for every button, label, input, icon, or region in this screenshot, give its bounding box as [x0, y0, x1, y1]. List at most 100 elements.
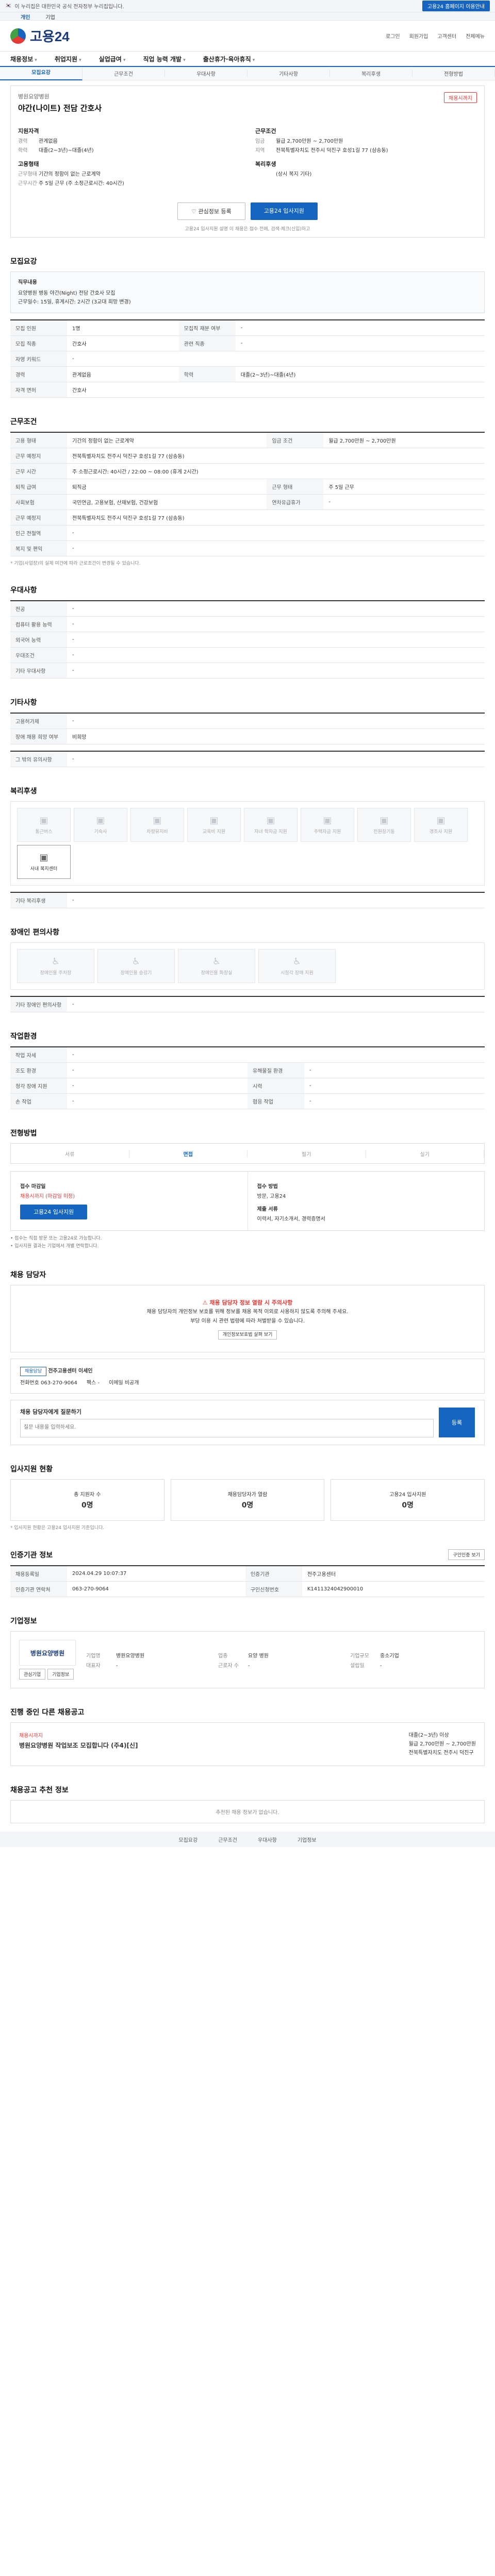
header-link[interactable]: 회원가입: [409, 32, 428, 40]
other-job-card[interactable]: 채용시까지 병원요양병원 작업보조 모집합니다 (주4)[신] 대졸(2~3년)…: [10, 1722, 485, 1767]
table-cell: -: [67, 1062, 248, 1078]
header-link[interactable]: 로그인: [386, 32, 400, 40]
table-cell: -: [67, 1047, 485, 1063]
apply-button-2[interactable]: 고용24 입사지원: [20, 1205, 88, 1219]
table-cell: -: [304, 1078, 485, 1094]
table-row: 청각 장애 지원 - 시력 -: [10, 1078, 485, 1094]
disability-label: 장애인용 승강기: [120, 971, 152, 976]
stats-note: * 입사지원 현황은 고용24 입사지원 기준입니다.: [10, 1526, 105, 1531]
selection-step: 필기: [248, 1149, 366, 1158]
welfare-icon: ▣: [209, 815, 219, 826]
section-nav-item[interactable]: 근무조건: [82, 70, 165, 77]
welfare-label: 자녀 학자금 지원: [254, 829, 287, 835]
table-cell: -: [67, 351, 485, 367]
header-link[interactable]: 전체메뉴: [466, 32, 485, 40]
save-interest-button[interactable]: ♡ 관심정보 등록: [177, 202, 245, 220]
company-field-value: 요양 병원: [248, 1653, 269, 1659]
summary-row: (상시 복지 기타): [255, 171, 477, 178]
heart-icon: ♡: [191, 208, 196, 215]
bottom-nav-item[interactable]: 모집요강: [178, 1836, 197, 1843]
summary-right-title: 근무조건: [255, 128, 276, 134]
stats-section-title: 입사지원 현황: [10, 1465, 53, 1474]
summary-value: 대졸(2~3년)~대졸(4년): [39, 148, 94, 154]
table-cell: 간호사: [67, 335, 179, 351]
guide-button[interactable]: 고용24 홈페이지 이용안내: [422, 1, 490, 11]
section-nav: 모집요강 근무조건 우대사항 기타사항 복리후생 전형방법: [0, 66, 495, 80]
welfare-label: 기숙사: [94, 829, 107, 835]
welfare-extra-value: -: [67, 892, 485, 908]
documents-value: 이력서, 자기소개서, 경력증명서: [257, 1216, 325, 1222]
table-row: 자격 면허 간호사: [10, 382, 485, 398]
welfare-icons: ▣ 통근버스 ▣ 기숙사 ▣ 차량유지비 ▣ 교육비 지원 ▣ 자녀 학자금 지원 ▣ 주택자금 지원…: [10, 801, 485, 886]
section-nav-item[interactable]: 기타사항: [248, 70, 330, 77]
table-cell: 퇴직금: [67, 479, 267, 495]
stat-card: 채용담당자가 열람 0명: [170, 1479, 325, 1521]
site-logo[interactable]: 고용24: [10, 26, 70, 45]
disability-extra-table: 기타 장애인 편의사항 -: [10, 996, 485, 1012]
table-cell: 2024.04.29 10:07:37: [67, 1566, 245, 1582]
apply-button[interactable]: 고용24 입사지원: [250, 202, 318, 220]
table-cell: -: [235, 320, 485, 336]
nav-item[interactable]: 직업 능력 개발: [143, 55, 185, 63]
privacy-law-button[interactable]: 개인정보보호법 살펴 보기: [218, 1330, 277, 1340]
nav-item[interactable]: 취업지원: [55, 55, 81, 63]
bottom-nav-item[interactable]: 우대사항: [258, 1836, 277, 1843]
company-fields: 기업명 병원요양병원 업종 요양 병원 기업규모 중소기업 대표자 - 근로자 수 - 설립일 -: [86, 1651, 476, 1669]
disability-item: ♿ 시청각 장애 지원: [258, 949, 336, 983]
summary-key: 임금: [255, 139, 265, 144]
question-input[interactable]: [20, 1419, 434, 1438]
welfare-icon: ▣: [436, 815, 446, 826]
nav-item[interactable]: 채용정보: [10, 55, 37, 63]
company-interest-button[interactable]: 관심기업: [19, 1669, 46, 1680]
table-cell: 전북특별자치도 전주시 덕진구 호성1길 77 (삼송동): [67, 510, 485, 526]
summary-right2-title: 복리후생: [255, 161, 276, 167]
welfare-icon: ▣: [96, 815, 105, 826]
job-title: 야간(나이트) 전담 간호사: [18, 104, 102, 113]
etc-table: 고용허가제 - 장애 채용 희망 여부 비희망: [10, 713, 485, 744]
question-submit-button[interactable]: 등록: [439, 1408, 475, 1438]
welfare-item: ▣ 사내 복지센터: [17, 845, 71, 879]
etc-section-title: 기타사항: [10, 699, 37, 707]
table-header: 손 작업: [10, 1093, 67, 1109]
bottom-nav-item[interactable]: 근무조건: [218, 1836, 237, 1843]
table-row: 전공 -: [10, 601, 485, 617]
selection-notes: • 접수는 직접 방문 또는 고용24로 가능합니다. • 입사지원 결과는 기업…: [10, 1235, 485, 1251]
welfare-item: ▣ 경조사 지원: [414, 808, 468, 842]
manager-warning: ⚠ 채용 담당자 정보 열람 시 주의사항 채용 담당자의 개인정보 보호를 위…: [10, 1284, 485, 1353]
nav-item[interactable]: 출산휴가·육아휴직: [203, 55, 255, 63]
welfare-label: 교육비 지원: [202, 829, 226, 835]
table-cell: 전주고용센터: [302, 1566, 485, 1582]
company-info-button[interactable]: 기업정보: [47, 1669, 74, 1680]
table-header: 협응 작업: [248, 1093, 304, 1109]
warning-line: 부당 이용 시 관련 법령에 따라 처벌받을 수 있습니다.: [190, 1318, 305, 1325]
company-field: 기업규모 중소기업: [350, 1651, 476, 1659]
table-row: 우대조건 -: [10, 647, 485, 663]
welfare-item: ▣ 기숙사: [74, 808, 127, 842]
job-description-heading: 직무내용: [18, 280, 37, 285]
table-row: 근무 시간 주 소정근로시간: 40시간 / 22:00 ~ 08:00 (휴게 …: [10, 463, 485, 479]
tab-person[interactable]: 개인: [21, 12, 30, 21]
table-cell: 063-270-9064: [67, 1581, 245, 1598]
section-nav-item[interactable]: 복리후생: [330, 70, 412, 77]
nav-item[interactable]: 실업급여: [99, 55, 126, 63]
table-header: 근무 시간: [10, 463, 67, 479]
tab-company[interactable]: 기업: [45, 12, 55, 21]
section-nav-item[interactable]: 모집요강: [0, 66, 82, 80]
section-nav-item[interactable]: 우대사항: [165, 70, 248, 77]
table-header: 모집 인원: [10, 320, 67, 336]
summary-key: 근무시간: [18, 181, 37, 187]
agency-button[interactable]: 구인인증 보기: [448, 1549, 485, 1561]
warning-icon: ⚠: [202, 1299, 208, 1306]
welfare-item: ▣ 자녀 학자금 지원: [244, 808, 298, 842]
bottom-nav-item[interactable]: 기업정보: [298, 1836, 317, 1843]
email-field: 이메일 비공개: [109, 1378, 139, 1386]
table-cell: 관계없음: [67, 366, 179, 382]
fax-value: -: [97, 1380, 100, 1386]
question-title: 채용 담당자에게 질문하기: [20, 1409, 81, 1416]
table-cell: 간호사: [67, 382, 485, 398]
manager-section-title: 채용 담당자: [10, 1270, 46, 1279]
section-nav-item[interactable]: 전형방법: [412, 70, 495, 77]
etc-note-heading: 그 밖의 유의사항: [10, 751, 67, 767]
welfare-label: 전원장기동: [373, 829, 395, 835]
header-link[interactable]: 고객센터: [437, 32, 456, 40]
